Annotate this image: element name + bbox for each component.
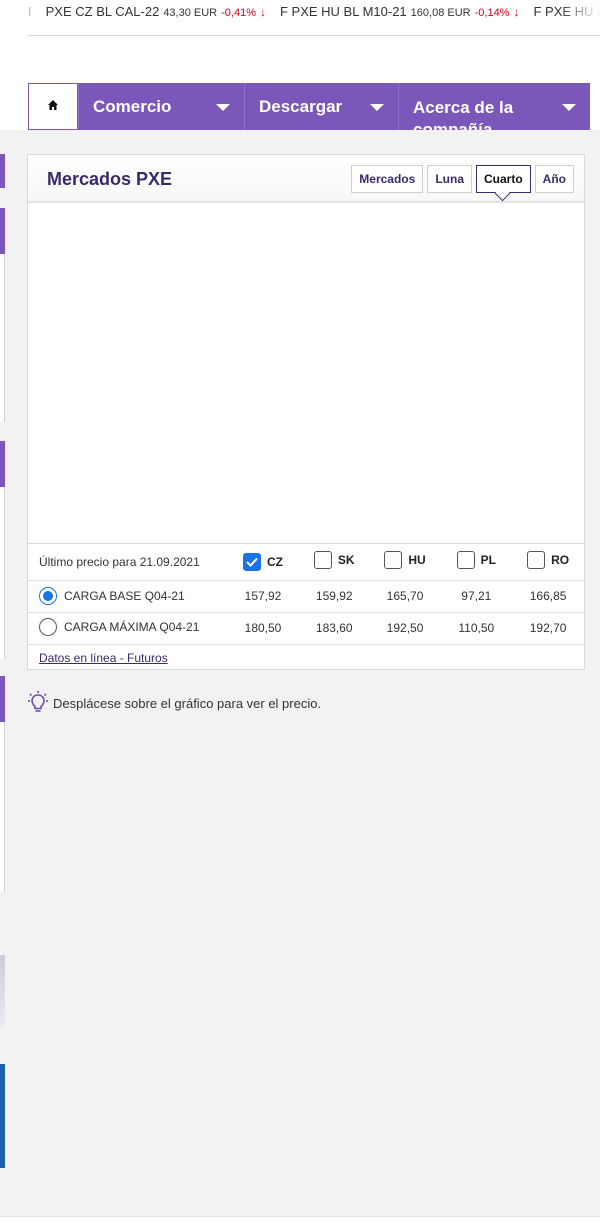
checkbox-icon[interactable] [313,551,332,570]
down-arrow-icon: ↓ [259,5,266,19]
price-cell: 183,60 [298,612,370,645]
online-futures-link[interactable]: Datos en línea - Futuros [28,645,584,671]
checkbox-checked-icon[interactable] [243,552,261,571]
tab-mercados[interactable]: Mercados [351,165,424,193]
side-column-header [0,441,5,487]
price-cell: 97,21 [440,580,513,613]
nav-home-button[interactable] [28,83,78,130]
side-column-banner [0,1064,5,1168]
country-filter-ro[interactable]: RO [512,544,584,581]
panel-header: Mercados PXE Mercados Luna Cuarto Año [28,155,584,203]
panel-title: Mercados PXE [47,169,173,189]
checkbox-icon[interactable] [527,551,546,570]
ticker-track: I PXE CZ BL CAL-22 43,30 EUR -0,41% ↓ F … [28,4,600,19]
table-row[interactable]: CARGA MÁXIMA Q04-21 180,50 183,60 192,50… [28,612,584,645]
side-column-header [0,676,5,722]
price-chart-area[interactable] [28,203,584,544]
side-column-header [0,154,5,188]
side-column-header [0,208,5,254]
ticker-item-change: -0,14% [474,7,510,19]
country-filter-hu[interactable]: HU [369,544,441,581]
price-ticker: I PXE CZ BL CAL-22 43,30 EUR -0,41% ↓ F … [28,0,600,36]
radio-icon[interactable] [39,617,57,636]
price-cell: 192,50 [369,612,441,645]
nav-item-label: Comercio [93,96,172,116]
divider [0,1216,600,1217]
ticker-fade [560,0,600,35]
ticker-edge-fragment: I [28,4,32,19]
checkbox-ro: RO [527,551,570,570]
country-code: HU [408,553,426,568]
tab-luna[interactable]: Luna [427,165,472,193]
ticker-item[interactable]: PXE CZ BL CAL-22 43,30 EUR -0,41% ↓ [46,4,266,19]
ticker-item-price: 160,08 EUR [410,7,471,19]
nav-item-acerca[interactable]: Acerca de la compañía [398,83,590,130]
table-row[interactable]: CARGA BASE Q04-21 157,92 159,92 165,70 9… [28,580,584,613]
country-filter-sk[interactable]: SK [298,544,370,581]
price-cell: 165,70 [369,580,441,613]
product-label: CARGA MÁXIMA Q04-21 [64,619,200,634]
price-cell: 159,92 [298,580,370,613]
ticker-item-name: PXE CZ BL CAL-22 [45,4,160,19]
price-cell: 180,50 [227,612,299,645]
chevron-down-icon [216,104,230,111]
country-code: RO [551,553,570,568]
side-column-card [0,487,5,659]
ticker-item[interactable]: F PXE HU BL M10-21 160,08 EUR -0,14% ↓ [280,4,519,19]
period-tabs: Mercados Luna Cuarto Año [351,165,574,193]
country-code: PL [480,553,496,568]
product-label: CARGA BASE Q04-21 [64,589,185,603]
chevron-down-icon [562,104,576,111]
tab-cuarto[interactable]: Cuarto [476,165,531,193]
checkbox-cz: CZ [243,552,283,571]
home-icon [47,98,59,116]
checkbox-icon[interactable] [456,551,475,570]
side-column-card [0,722,5,892]
price-cell: 110,50 [440,612,513,645]
country-filter-pl[interactable]: PL [440,544,513,581]
country-code: SK [337,553,355,568]
country-code: CZ [267,554,283,569]
chevron-down-icon [370,104,384,111]
lightbulb-icon [27,690,49,717]
checkbox-hu: HU [384,551,426,570]
radio-selected-icon[interactable] [39,587,57,605]
product-cell: CARGA MÁXIMA Q04-21 [28,612,228,645]
checkbox-pl: PL [456,551,496,570]
checkbox-icon[interactable] [384,551,403,570]
side-column-card [0,254,5,422]
price-cell: 166,85 [512,580,584,613]
last-price-label: Último precio para 21.09.2021 [28,544,228,581]
main-nav: Comercio Descargar Acerca de la compañía [28,83,590,130]
country-filter-cz[interactable]: CZ [227,544,299,581]
hint-text: Desplácese sobre el gráfico para ver el … [53,696,322,711]
product-radio[interactable]: CARGA MÁXIMA Q04-21 [39,617,200,636]
nav-item-label: Acerca de la compañía [413,98,514,130]
tab-ano[interactable]: Año [534,165,574,193]
down-arrow-icon: ↓ [513,5,520,19]
price-cell: 192,70 [512,612,584,645]
nav-item-comercio[interactable]: Comercio [78,83,244,130]
product-cell: CARGA BASE Q04-21 [28,580,228,613]
markets-panel: Mercados PXE Mercados Luna Cuarto Año Úl… [27,154,585,670]
nav-item-label: Descargar [259,96,343,116]
ticker-item-price: 43,30 EUR [163,7,218,19]
price-cell: 157,92 [227,580,299,613]
ticker-item-change: -0,41% [221,7,256,19]
ticker-item-name: F PXE HU BL M10-21 [279,4,407,19]
nav-item-descargar[interactable]: Descargar [244,83,398,130]
product-radio[interactable]: CARGA BASE Q04-21 [39,587,185,605]
chart-hint: Desplácese sobre el gráfico para ver el … [27,690,321,717]
price-table: Último precio para 21.09.2021 CZ SK HU P… [28,544,584,645]
side-column-image [0,955,5,1027]
table-header-row: Último precio para 21.09.2021 CZ SK HU P… [28,544,584,581]
checkbox-sk: SK [313,551,355,570]
